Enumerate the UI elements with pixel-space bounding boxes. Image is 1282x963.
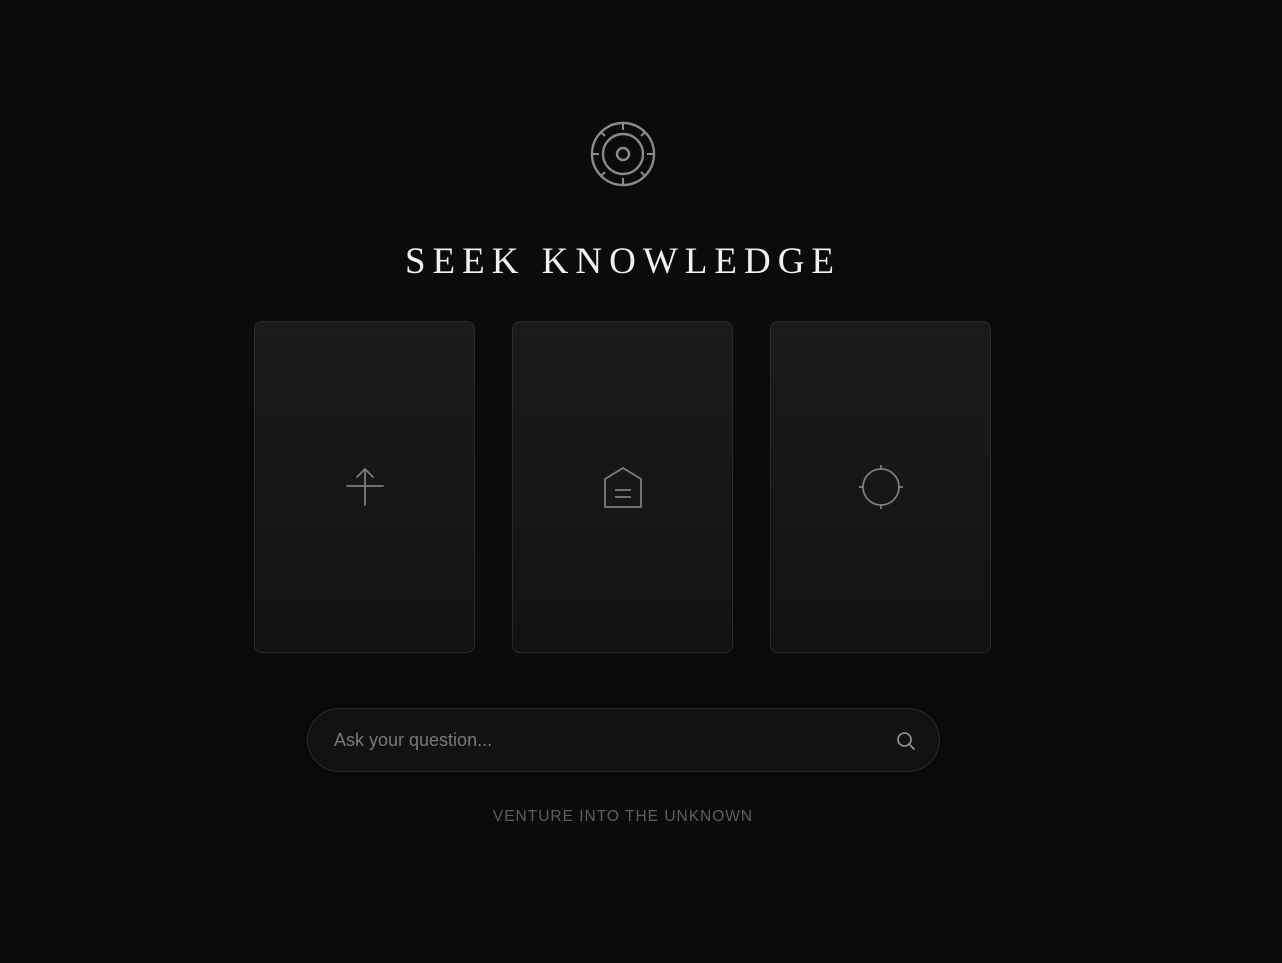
option-card-focus[interactable] [770,321,991,653]
target-emblem-icon [590,121,656,187]
search-bar [307,708,940,772]
crosshair-icon [858,464,904,510]
option-card-shelter[interactable] [512,321,733,653]
house-document-icon [600,464,646,510]
search-input[interactable] [334,709,874,771]
search-icon[interactable] [894,729,918,753]
option-card-ascend[interactable] [254,321,475,653]
arrow-up-cross-icon [342,464,388,510]
tagline: VENTURE INTO THE UNKNOWN [492,808,754,825]
page-title: SEEK KNOWLEDGE [404,241,842,282]
